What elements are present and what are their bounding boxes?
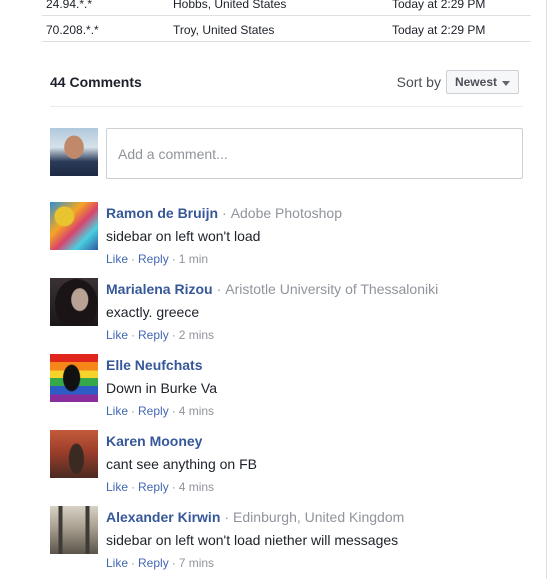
- comment-time[interactable]: 7 mins: [179, 556, 214, 570]
- separator-dot: ·: [224, 509, 230, 525]
- separator-dot: ·: [222, 205, 227, 221]
- comment-affiliation[interactable]: Aristotle University of Thessaloniki: [225, 281, 438, 297]
- table-row: 24.94.*.* Hobbs, United States Today at …: [42, 0, 531, 16]
- like-button[interactable]: Like: [106, 556, 128, 570]
- comments-header: 44 Comments Sort by Newest: [50, 68, 519, 96]
- avatar[interactable]: [50, 278, 98, 326]
- comment-actions: Like · Reply · 4 mins: [106, 404, 215, 418]
- comment-time[interactable]: 4 mins: [179, 404, 214, 418]
- comment-body: Ramon de Bruijn · Adobe Photoshop sidebar …: [106, 204, 526, 266]
- separator-dot: ·: [216, 281, 222, 297]
- comment-author[interactable]: Elle Neufchats: [106, 357, 202, 373]
- comment-text: sidebar on left won't load: [106, 228, 261, 244]
- access-table: 24.94.*.* Hobbs, United States Today at …: [42, 0, 531, 42]
- comment-text: Down in Burke Va: [106, 380, 218, 396]
- comment-body: Alexander Kirwin · Edinburgh, United Kingd…: [106, 508, 526, 570]
- reply-button[interactable]: Reply: [138, 328, 169, 342]
- comment-time[interactable]: 1 min: [179, 252, 208, 266]
- comment-list: Ramon de Bruijn · Adobe Photoshop sidebar …: [50, 202, 530, 579]
- comment-text: exactly. greece: [106, 304, 200, 320]
- comment-author[interactable]: Marialena Rizou: [106, 281, 213, 297]
- location: Hobbs, United States: [173, 0, 287, 11]
- location: Troy, United States: [173, 23, 275, 37]
- reply-button[interactable]: Reply: [138, 480, 169, 494]
- reply-button[interactable]: Reply: [138, 404, 169, 418]
- caret-down-icon: [502, 80, 510, 86]
- sort-dropdown[interactable]: Newest: [445, 70, 519, 94]
- like-button[interactable]: Like: [106, 328, 128, 342]
- comment-author[interactable]: Ramon de Bruijn: [106, 205, 218, 221]
- avatar[interactable]: [50, 430, 98, 478]
- table-row: 70.208.*.* Troy, United States Today at …: [42, 16, 531, 42]
- comments-page: 24.94.*.* Hobbs, United States Today at …: [0, 0, 549, 579]
- comment-author[interactable]: Karen Mooney: [106, 433, 202, 449]
- comment-affiliation[interactable]: Edinburgh, United Kingdom: [233, 509, 404, 525]
- access-time: Today at 2:29 PM: [392, 23, 486, 37]
- comment-actions: Like · Reply · 7 mins: [106, 556, 215, 570]
- comment-author[interactable]: Alexander Kirwin: [106, 509, 220, 525]
- comment-input[interactable]: Add a comment...: [106, 128, 523, 179]
- comment-item: Ramon de Bruijn · Adobe Photoshop sidebar …: [50, 202, 530, 278]
- comment-actions: Like · Reply · 2 mins: [106, 328, 215, 342]
- like-button[interactable]: Like: [106, 252, 128, 266]
- comment-body: Karen Mooney cant see anything on FB Lik…: [106, 432, 526, 494]
- like-button[interactable]: Like: [106, 480, 128, 494]
- comment-text: sidebar on left won't load niether will …: [106, 532, 399, 548]
- like-button[interactable]: Like: [106, 404, 128, 418]
- comment-time[interactable]: 2 mins: [179, 328, 214, 342]
- avatar[interactable]: [50, 354, 98, 402]
- comment-text: cant see anything on FB: [106, 456, 257, 472]
- avatar[interactable]: [50, 128, 98, 176]
- comment-actions: Like · Reply · 4 mins: [106, 480, 215, 494]
- sort-label: Sort by: [396, 74, 441, 90]
- comment-item: Elle Neufchats Down in Burke Va Like · Rep…: [50, 354, 530, 430]
- comment-actions: Like · Reply · 1 min: [106, 252, 209, 266]
- avatar[interactable]: [50, 506, 98, 554]
- comment-time[interactable]: 4 mins: [179, 480, 214, 494]
- ip-address: 24.94.*.*: [46, 0, 93, 11]
- reply-button[interactable]: Reply: [138, 252, 169, 266]
- sort-value: Newest: [454, 75, 497, 89]
- comment-body: Elle Neufchats Down in Burke Va Like · Rep…: [106, 356, 526, 418]
- comment-item: Alexander Kirwin · Edinburgh, United Kingd…: [50, 506, 530, 579]
- ip-address: 70.208.*.*: [46, 23, 99, 37]
- comment-item: Karen Mooney cant see anything on FB Lik…: [50, 430, 530, 506]
- reply-button[interactable]: Reply: [138, 556, 169, 570]
- access-time: Today at 2:29 PM: [392, 0, 486, 11]
- avatar[interactable]: [50, 202, 98, 250]
- sort-control: Sort by Newest: [397, 68, 519, 96]
- comment-affiliation[interactable]: Adobe Photoshop: [231, 205, 342, 221]
- divider: [50, 106, 523, 107]
- comments-count: 44 Comments: [50, 74, 142, 90]
- comment-item: Marialena Rizou · Aristotle University of …: [50, 278, 530, 354]
- comment-body: Marialena Rizou · Aristotle University of …: [106, 280, 526, 342]
